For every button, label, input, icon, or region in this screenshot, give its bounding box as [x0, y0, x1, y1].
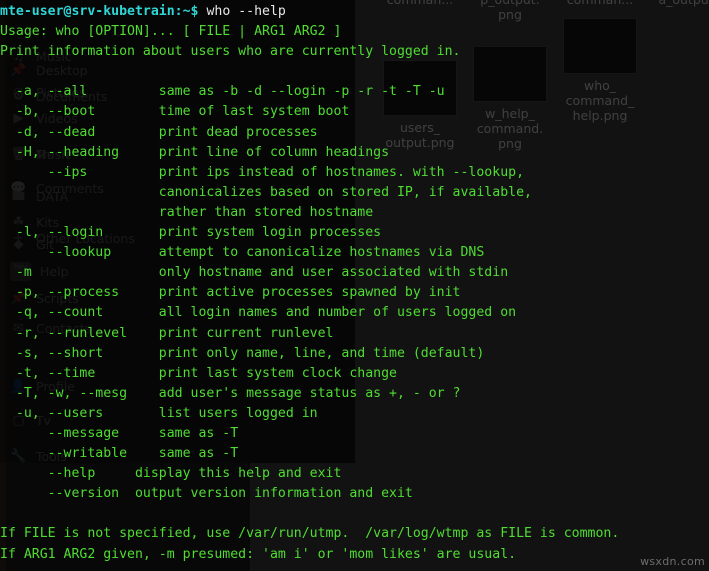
terminal-output-line: rather than stored hostname — [0, 204, 374, 220]
terminal-output-line: -l, --login print system login processes — [0, 225, 382, 241]
shell-prompt: mte-user@srv-kubetrain:~$ — [0, 4, 207, 19]
terminal-window[interactable]: mte-user@srv-kubetrain:~$ who --help Usag… — [0, 0, 709, 571]
terminal-output-line: If FILE is not specified, use /var/run/u… — [0, 526, 620, 542]
terminal-output-line: -H, --heading print line of column headi… — [0, 144, 390, 160]
terminal-output-line: -t, --time print last system clock chang… — [0, 365, 397, 381]
terminal-output-line — [0, 62, 709, 82]
terminal-output-line: --ips print ips instead of hostnames. wi… — [0, 164, 525, 180]
terminal-output-line: -T, -w, --mesg add user's message status… — [0, 385, 461, 401]
entered-command: who --help — [206, 4, 286, 19]
terminal-output-line: Usage: who [OPTION]... [ FILE | ARG1 ARG… — [0, 24, 342, 40]
terminal-output-line: If ARG1 ARG2 given, -m presumed: 'am i' … — [0, 546, 517, 562]
screen: comman...p_output. pngcomman...a_output.… — [0, 0, 709, 571]
terminal-output-line: --message same as -T — [0, 425, 239, 441]
terminal-output-line: -d, --dead print dead processes — [0, 124, 318, 140]
terminal-output-line: -m only hostname and user associated wit… — [0, 265, 509, 281]
terminal-output-line: -p, --process print active processes spa… — [0, 285, 461, 301]
terminal-output-line: Print information about users who are cu… — [0, 44, 461, 60]
terminal-output-line: -q, --count all login names and number o… — [0, 305, 517, 321]
terminal-output-line: -s, --short print only name, line, and t… — [0, 345, 485, 361]
terminal-output-line: --lookup attempt to canonicalize hostnam… — [0, 245, 485, 261]
watermark: wsxdn.com — [640, 555, 705, 568]
terminal-output-line: --writable same as -T — [0, 446, 239, 462]
terminal-output[interactable]: mte-user@srv-kubetrain:~$ who --help Usag… — [0, 0, 709, 571]
terminal-output-line — [0, 504, 709, 524]
terminal-output-line — [0, 565, 709, 571]
terminal-output-line: --help display this help and exit — [0, 466, 342, 482]
terminal-output-line: -r, --runlevel print current runlevel — [0, 325, 334, 341]
terminal-prompt-line: mte-user@srv-kubetrain:~$ who --help — [0, 2, 709, 22]
terminal-output-line: --version output version information and… — [0, 486, 413, 502]
terminal-output-line: -u, --users list users logged in — [0, 405, 318, 421]
terminal-output-line: -a, --all same as -b -d --login -p -r -t… — [0, 84, 445, 100]
terminal-output-line: canonicalizes based on stored IP, if ava… — [0, 184, 532, 200]
terminal-output-line: -b, --boot time of last system boot — [0, 104, 350, 120]
